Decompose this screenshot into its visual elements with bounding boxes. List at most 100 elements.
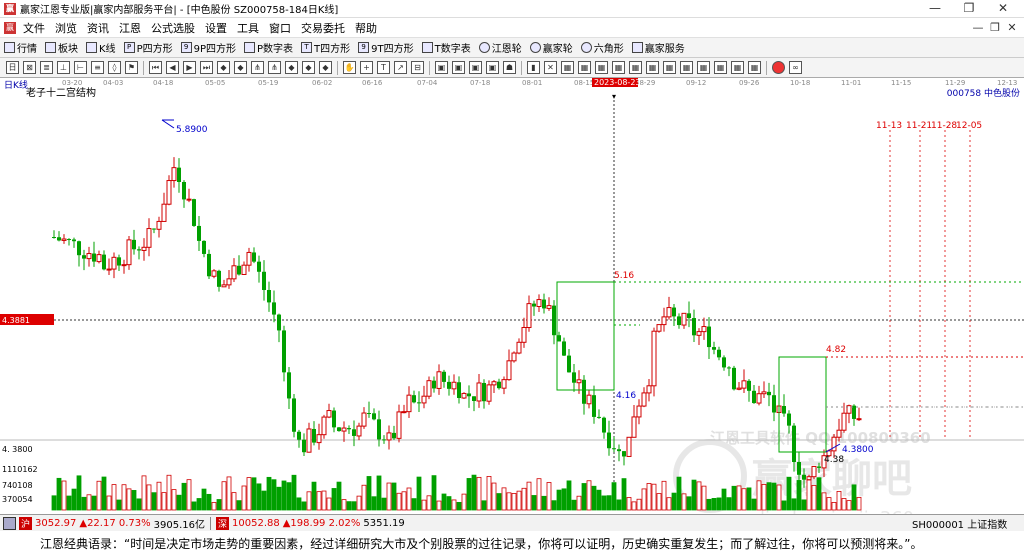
last-icon[interactable]: ⏭: [200, 61, 213, 74]
menu-file[interactable]: 文件: [18, 20, 50, 36]
9p-square-button[interactable]: 9 9P四方形: [177, 39, 240, 57]
candle-body: [692, 318, 696, 336]
pattern-icon[interactable]: ▦: [646, 61, 659, 74]
service-button[interactable]: 赢家服务: [628, 39, 689, 57]
menu-settings[interactable]: 设置: [200, 20, 232, 36]
candle-body: [421, 395, 427, 404]
candle-body: [132, 239, 136, 250]
candle-body: [672, 307, 676, 317]
app-menu-icon[interactable]: 赢: [4, 21, 16, 34]
kline-button[interactable]: K线: [82, 39, 120, 57]
compare-icon[interactable]: ≣: [40, 61, 53, 74]
grid-icon[interactable]: [3, 516, 16, 530]
diamond-icon[interactable]: ◆: [285, 61, 298, 74]
sectors-button[interactable]: 板块: [41, 39, 82, 57]
menu-tools[interactable]: 工具: [232, 20, 264, 36]
p-square-button[interactable]: P P四方形: [120, 39, 177, 57]
candle: [401, 404, 407, 511]
chart-type-icon[interactable]: ⊢: [74, 61, 87, 74]
color-icon[interactable]: [772, 61, 785, 74]
cross-icon[interactable]: +: [360, 61, 373, 74]
candle: [651, 327, 657, 511]
child-close-button[interactable]: ✕: [1006, 21, 1018, 34]
t-table-button[interactable]: T数字表: [418, 39, 475, 57]
volume-bar: [636, 498, 642, 511]
menu-browse[interactable]: 浏览: [50, 20, 82, 36]
close-button[interactable]: ✕: [986, 0, 1020, 18]
child-restore-button[interactable]: ❐: [989, 21, 1001, 34]
infinity-icon[interactable]: ∞: [789, 61, 802, 74]
menu-trade[interactable]: 交易委托: [296, 20, 350, 36]
next-icon[interactable]: ▶: [183, 61, 196, 74]
p-table-button[interactable]: P数字表: [240, 39, 297, 57]
box-icon[interactable]: ▣: [469, 61, 482, 74]
kline-chart[interactable]: 江恩工具软件 QQ:100800360赢家聊吧liaoba.yingjia360…: [0, 100, 1024, 529]
period-icon[interactable]: 日: [6, 61, 19, 74]
pattern-icon[interactable]: ▦: [663, 61, 676, 74]
pattern-icon[interactable]: ▦: [561, 61, 574, 74]
menu-window[interactable]: 窗口: [264, 20, 296, 36]
fan-icon[interactable]: ⋔: [268, 61, 281, 74]
pattern-icon[interactable]: ▦: [680, 61, 693, 74]
bars-icon[interactable]: ▮: [527, 61, 540, 74]
candle-body: [532, 303, 536, 307]
9t-square-button[interactable]: 9 9T四方形: [354, 39, 417, 57]
pattern-icon[interactable]: ▦: [629, 61, 642, 74]
zoom-icon[interactable]: ⊠: [23, 61, 36, 74]
hand-icon[interactable]: ✋: [343, 61, 356, 74]
text-icon[interactable]: T: [377, 61, 390, 74]
pattern-icon[interactable]: ▦: [578, 61, 591, 74]
status-index-name[interactable]: SH000001 上证指数: [912, 516, 1007, 531]
box-icon[interactable]: ▣: [452, 61, 465, 74]
adjust-icon[interactable]: ◊: [108, 61, 121, 74]
pattern-icon[interactable]: ▦: [748, 61, 761, 74]
diamond-icon[interactable]: ◆: [234, 61, 247, 74]
box-icon[interactable]: ▣: [435, 61, 448, 74]
pattern-icon[interactable]: ▦: [595, 61, 608, 74]
quotes-button[interactable]: 行情: [0, 39, 41, 57]
ruler-icon[interactable]: ⊟: [411, 61, 424, 74]
pattern-icon[interactable]: ▦: [714, 61, 727, 74]
menu-help[interactable]: 帮助: [350, 20, 382, 36]
kline-chart-svg[interactable]: 江恩工具软件 QQ:100800360赢家聊吧liaoba.yingjia360…: [0, 100, 1024, 529]
maximize-button[interactable]: ❐: [952, 0, 986, 18]
candle: [391, 425, 397, 511]
date-axis-bar: 日K线 03-20 04-03 04-18 05-05 05-19 06-02 06-16 07…: [0, 78, 1024, 101]
t-square-button[interactable]: T T四方形: [297, 39, 354, 57]
volume-bar: [761, 484, 767, 511]
diamond-icon[interactable]: ◆: [217, 61, 230, 74]
date-axis: 日K线 03-20 04-03 04-18 05-05 05-19 06-02 06-16 07…: [0, 78, 1024, 101]
gann-wheel-button[interactable]: 江恩轮: [475, 39, 526, 57]
status-bar: 沪 3052.97 ▲22.17 0.73% 3905.16亿 深 10052.…: [0, 514, 1024, 531]
box-icon[interactable]: ▣: [486, 61, 499, 74]
weight-icon[interactable]: ≡: [91, 61, 104, 74]
prev-icon[interactable]: ◀: [166, 61, 179, 74]
pattern-icon[interactable]: ✕: [544, 61, 557, 74]
candle-body: [182, 181, 186, 200]
arrow-icon[interactable]: ↗: [394, 61, 407, 74]
menu-gann[interactable]: 江恩: [114, 20, 146, 36]
winner-wheel-button[interactable]: 赢家轮: [526, 39, 577, 57]
menu-info[interactable]: 资讯: [82, 20, 114, 36]
volume-bar: [491, 482, 497, 511]
child-minimize-button[interactable]: —: [972, 21, 984, 34]
fan-icon[interactable]: ⋔: [251, 61, 264, 74]
pattern-icon[interactable]: ▦: [731, 61, 744, 74]
first-icon[interactable]: ⏮: [149, 61, 162, 74]
pattern-icon[interactable]: ▦: [697, 61, 710, 74]
flag-icon[interactable]: ⚑: [125, 61, 138, 74]
pattern-icon[interactable]: ▦: [612, 61, 625, 74]
candle-body: [811, 465, 817, 478]
candle: [521, 317, 527, 511]
candle-body: [562, 341, 566, 356]
menu-formula[interactable]: 公式选股: [146, 20, 200, 36]
minimize-button[interactable]: —: [918, 0, 952, 18]
bot-icon[interactable]: ☗: [503, 61, 516, 74]
candle: [211, 269, 217, 511]
indicator-icon[interactable]: ⊥: [57, 61, 70, 74]
volume-bar: [331, 488, 337, 511]
hexagon-button[interactable]: 六角形: [577, 39, 628, 57]
candle-body: [461, 392, 467, 399]
diamond-icon[interactable]: ◆: [302, 61, 315, 74]
diamond-icon[interactable]: ◆: [319, 61, 332, 74]
